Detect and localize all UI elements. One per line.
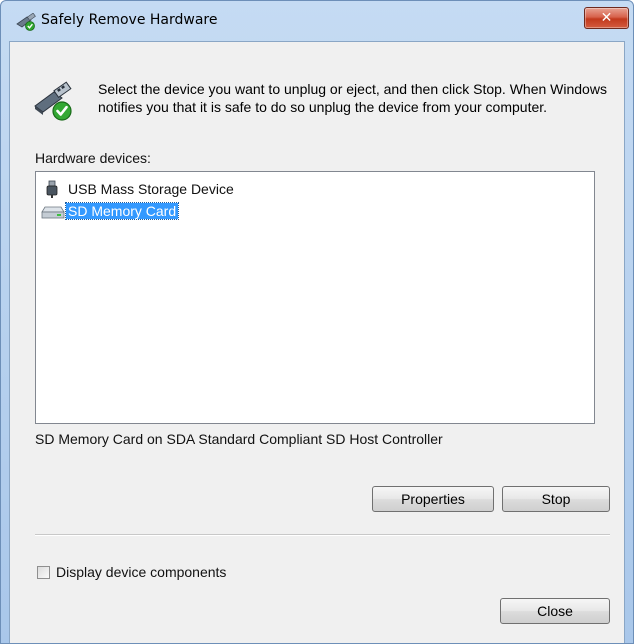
safely-remove-hardware-icon <box>15 12 37 31</box>
device-label: USB Mass Storage Device <box>68 181 234 197</box>
close-icon: ✕ <box>600 10 613 26</box>
stop-button[interactable]: Stop <box>502 486 610 512</box>
window-title: Safely Remove Hardware <box>41 12 218 28</box>
device-label: SD Memory Card <box>64 202 180 220</box>
properties-button[interactable]: Properties <box>372 486 494 512</box>
title-bar[interactable]: Safely Remove Hardware ✕ <box>1 1 633 41</box>
hardware-devices-label: Hardware devices: <box>35 150 151 166</box>
dialog-body: Select the device you want to unplug or … <box>9 41 625 643</box>
separator <box>35 534 610 536</box>
display-components-option[interactable]: Display device components <box>37 564 226 580</box>
window-close-button[interactable]: ✕ <box>584 7 629 29</box>
instructions-text: Select the device you want to unplug or … <box>98 81 607 115</box>
list-item-usb-mass-storage[interactable]: USB Mass Storage Device <box>40 179 236 199</box>
drive-icon <box>40 202 66 220</box>
device-description: SD Memory Card on SDA Standard Compliant… <box>35 431 443 447</box>
display-components-label[interactable]: Display device components <box>56 564 226 580</box>
display-components-checkbox[interactable] <box>37 565 50 579</box>
dialog-window: Safely Remove Hardware ✕ Select the devi… <box>0 0 634 644</box>
close-button[interactable]: Close <box>500 598 610 624</box>
usb-safely-remove-icon <box>32 80 76 124</box>
list-item-sd-memory-card[interactable]: SD Memory Card <box>40 201 180 221</box>
hardware-devices-list[interactable]: USB Mass Storage Device SD Memory Card <box>35 171 595 424</box>
usb-plug-icon <box>40 180 66 198</box>
